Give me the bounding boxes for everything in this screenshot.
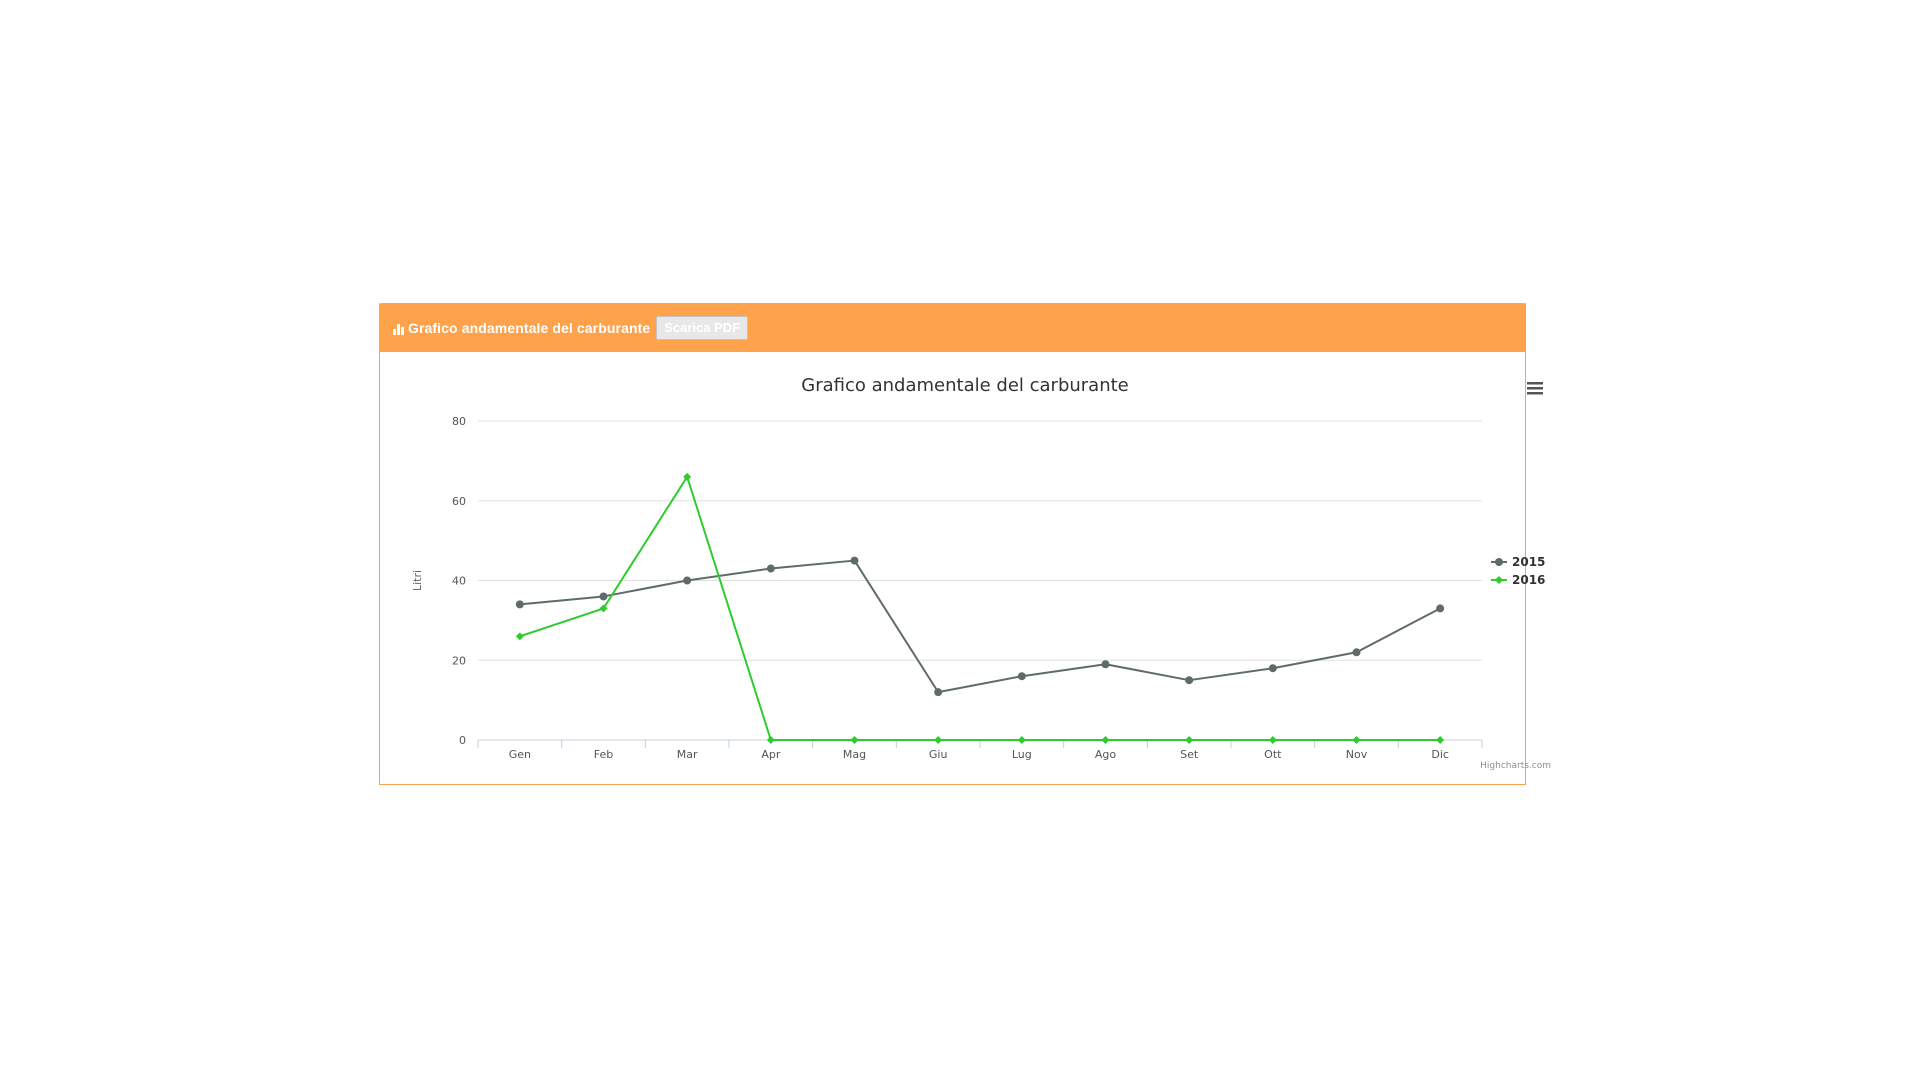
y-axis-title: Litri [411,570,424,591]
data-point-2015 [1268,664,1277,673]
legend-label: 2015 [1512,555,1545,569]
y-tick-label: 60 [452,495,466,508]
x-tick-label: Ott [1264,748,1282,761]
legend[interactable]: 2015 2016 [1491,555,1545,587]
x-tick-label: Nov [1346,748,1368,761]
data-point-2015 [934,688,943,697]
series-layer [515,472,1445,744]
y-tick-label: 20 [452,654,466,667]
data-point-2016 [1352,736,1361,744]
data-point-2015 [1017,672,1026,681]
legend-marker [1495,558,1503,566]
data-point-2015 [1185,676,1194,685]
line-chart: Grafico andamentale del carburante 0 20 40… [379,352,1569,782]
x-tick-label: Lug [1012,748,1032,761]
legend-item-2016[interactable]: 2016 [1491,573,1545,587]
y-tick-label: 80 [452,415,466,428]
data-point-2015 [683,576,692,585]
data-point-2016 [1185,736,1194,744]
x-tick-label: Feb [594,748,613,761]
x-tick-label: Giu [929,748,948,761]
data-point-2015 [766,564,775,573]
data-point-2015 [599,592,608,601]
x-tick-label: Mag [843,748,866,761]
panel-header: Grafico andamentale del carburante Scari… [379,303,1526,352]
panel-title: Grafico andamentale del carburante [408,319,651,336]
download-pdf-button[interactable]: Scarica PDF [656,315,749,340]
data-point-2015 [850,556,859,565]
data-point-2016 [934,736,943,744]
data-point-2015 [1101,660,1110,669]
series-line-2016 [519,475,1441,741]
grid-layer [478,420,1482,661]
legend-marker [1495,576,1503,584]
legend-item-2015[interactable]: 2015 [1491,555,1545,569]
x-tick-label: Mar [677,748,698,761]
data-point-2016 [1436,736,1445,744]
bar-chart-icon [393,321,407,335]
hamburger-menu-icon[interactable] [1525,379,1545,397]
y-tick-label: 0 [459,734,466,747]
chart-svg: Grafico andamentale del carburante 0 20 40… [411,375,1551,771]
data-point-2016 [1268,736,1277,744]
x-tick-label: Ago [1095,748,1117,761]
data-point-2015 [1436,604,1445,613]
axis-layer: 0 20 40 60 80 Gen Feb Mar Apr Mag Giu Lug Ago Set Ott N… [411,415,1483,761]
x-tick-label: Dic [1431,748,1449,761]
data-point-2016 [1101,736,1110,744]
data-point-2015 [515,600,524,609]
x-tick-label: Gen [509,748,531,761]
data-point-2016 [850,736,859,744]
data-point-2016 [1017,736,1026,744]
legend-label: 2016 [1512,573,1545,587]
data-point-2015 [1352,648,1361,657]
highcharts-credits[interactable]: Highcharts.com [1480,761,1551,771]
chart-title: Grafico andamentale del carburante [801,375,1129,396]
x-tick-label: Apr [761,748,781,761]
data-point-2016 [766,736,775,744]
data-point-2016 [515,632,524,641]
y-tick-label: 40 [452,575,466,588]
x-tick-label: Set [1180,748,1199,761]
